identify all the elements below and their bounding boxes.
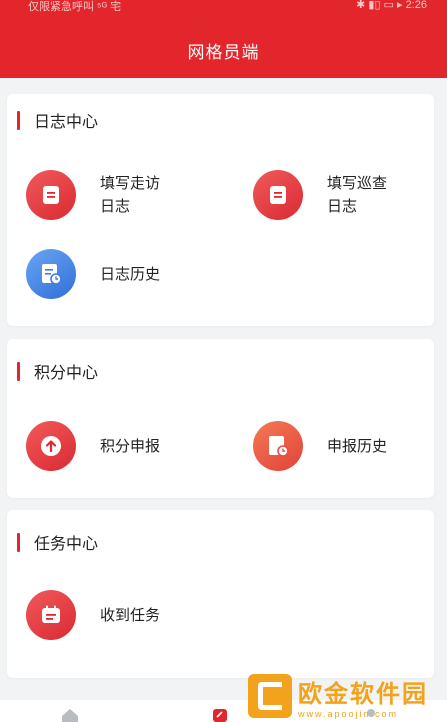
task-center-card: 任务中心 收到任务 <box>7 510 434 678</box>
fill-visit-log-button[interactable]: 填写走访 日志 <box>26 170 160 220</box>
home-icon[interactable] <box>61 708 79 722</box>
received-tasks-label: 收到任务 <box>100 606 161 624</box>
points-center-card: 积分中心 积分申报 申报历史 <box>7 339 434 498</box>
watermark-logo <box>248 674 292 718</box>
section-accent-bar <box>17 110 20 130</box>
section-title-text: 日志中心 <box>34 114 99 131</box>
history-doc-icon <box>26 249 76 299</box>
section-title-points-center: 积分中心 <box>17 359 98 383</box>
section-title-text: 积分中心 <box>34 365 99 382</box>
section-title-task-center: 任务中心 <box>17 530 98 554</box>
points-report-label: 积分申报 <box>100 437 161 455</box>
fill-visit-log-label: 填写走访 日志 <box>100 175 161 215</box>
watermark-url: www.apoojin.com <box>298 708 399 719</box>
section-accent-bar <box>17 361 20 381</box>
received-tasks-button[interactable]: 收到任务 <box>26 590 160 640</box>
report-history-label: 申报历史 <box>327 437 388 455</box>
log-center-card: 日志中心 填写走访 日志 填写巡查 日志 日志历史 <box>7 94 434 326</box>
doc-icon <box>253 170 303 220</box>
section-title-log-center: 日志中心 <box>17 108 98 132</box>
app-header: 网格员端 <box>0 14 447 78</box>
status-icons: ✱ ▮▯ ▭ ▸ 2:26 <box>356 0 427 11</box>
report-history-button[interactable]: 申报历史 <box>253 421 387 471</box>
carrier-text: 仅限紧急呼叫 ⁵ᴳ 宅 <box>28 1 122 13</box>
watermark-text: 欧金软件园 <box>298 680 428 708</box>
section-accent-bar <box>17 532 20 552</box>
log-history-button[interactable]: 日志历史 <box>26 249 160 299</box>
doc-icon <box>26 170 76 220</box>
upload-icon <box>26 421 76 471</box>
fill-patrol-log-label: 填写巡查 日志 <box>327 175 388 215</box>
points-report-button[interactable]: 积分申报 <box>26 421 160 471</box>
watermark: 欧金软件园 www.apoojin.com <box>248 670 447 722</box>
calendar-icon <box>26 590 76 640</box>
clock-doc-icon <box>253 421 303 471</box>
work-tab-icon[interactable] <box>212 708 228 722</box>
section-title-text: 任务中心 <box>34 536 99 553</box>
status-bar: 仅限紧急呼叫 ⁵ᴳ 宅 ✱ ▮▯ ▭ ▸ 2:26 <box>0 0 447 14</box>
fill-patrol-log-button[interactable]: 填写巡查 日志 <box>253 170 387 220</box>
page-title: 网格员端 <box>187 43 260 62</box>
log-history-label: 日志历史 <box>100 265 161 283</box>
